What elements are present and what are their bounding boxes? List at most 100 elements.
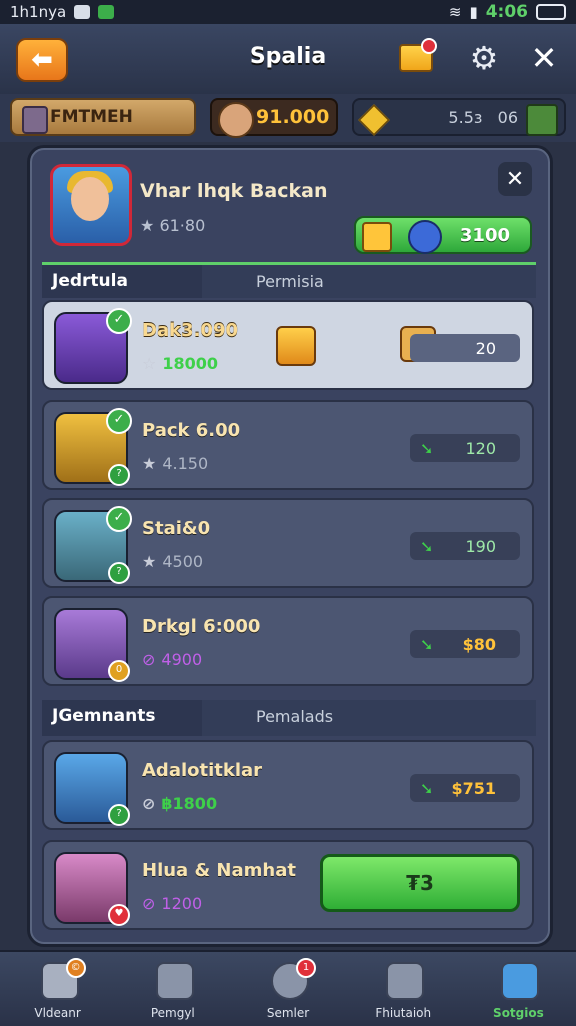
nav-label: Fhiutaioh — [375, 1006, 432, 1020]
app-notification-icon — [98, 5, 115, 19]
profile-currency-pill[interactable]: 3100 — [354, 216, 532, 254]
item-title: Pack 6.00 — [142, 420, 241, 441]
item-subtitle: ☆ 18000 — [142, 354, 219, 373]
item-price[interactable]: 20 — [410, 334, 520, 362]
refresh-badge: 1 — [296, 958, 316, 978]
carrier-text: 1h1nyа — [10, 3, 67, 21]
nav-item-shop[interactable]: Pemgyl — [115, 952, 230, 1026]
list-item[interactable]: ✓ ? Stai&0 ★ 4500 ➘ 190 — [42, 498, 534, 588]
item-price-value: 120 — [465, 438, 496, 458]
tab-jedrtula[interactable]: Jedrtula — [42, 262, 202, 298]
panel-close-icon[interactable]: ✕ — [498, 162, 532, 196]
wifi-icon: ≋ — [448, 3, 462, 21]
crown-icon — [362, 222, 392, 252]
player-name-plate[interactable]: FMTMEH — [10, 98, 196, 136]
item-price[interactable]: ➘ $751 — [410, 774, 520, 802]
gem-counter[interactable]: 5.5з 06 — [352, 98, 566, 136]
nav-label: Vldeanr — [34, 1006, 81, 1020]
item-subtitle-value: 4900 — [161, 650, 203, 669]
resource-bar: FMTMEH 91.000 5.5з 06 — [0, 94, 576, 142]
item-subtitle: ⊘ ฿1800 — [142, 794, 218, 813]
item-price[interactable]: ➘ $80 — [410, 630, 520, 658]
gold-counter[interactable]: 91.000 — [210, 98, 338, 138]
tab-pemalads[interactable]: Pemalads — [202, 700, 536, 736]
mail-button[interactable] — [398, 38, 437, 76]
item-subtitle-value: 4500 — [162, 552, 204, 571]
item-subtitle-value: 18000 — [162, 354, 219, 373]
item-subtitle: ★ 4500 — [142, 552, 204, 571]
home-badge: © — [65, 958, 86, 978]
tab-jgemnants[interactable]: JGemnants — [42, 700, 202, 736]
avatar[interactable] — [50, 164, 132, 246]
nav-label: Sotgios — [493, 1006, 544, 1020]
guild-badge-icon — [22, 106, 48, 134]
list-item[interactable]: ✓ Dak3.090 ☆ 18000 20 — [42, 300, 534, 390]
nav-label: Semler — [266, 1006, 310, 1020]
top-header: ⬅ Spalia ⚙ ✕ — [0, 24, 576, 96]
list-item[interactable]: ? Adalotitklar ⊘ ฿1800 ➘ $751 — [42, 740, 534, 830]
arrow-icon: ➘ — [420, 439, 434, 458]
gem-value: 5.5з 06 — [448, 107, 518, 127]
orb-icon — [408, 220, 442, 254]
gear-icon[interactable]: ⚙ — [466, 39, 502, 77]
item-subtitle-value: 4.150 — [162, 454, 209, 473]
profile-score: ★ 61·80 — [140, 216, 206, 235]
level-icon: ? — [108, 562, 130, 584]
item-price[interactable]: ➘ 190 — [410, 532, 520, 560]
status-bar: 1h1nyа ≋ ▮ 4:06 — [0, 0, 576, 24]
arrow-icon: ➘ — [420, 537, 434, 556]
item-thumbnail: ? — [54, 752, 130, 826]
mail-icon — [399, 38, 437, 72]
avatar-face — [71, 177, 109, 221]
item-subtitle: ⊘ 1200 — [142, 894, 203, 913]
tab-permisia[interactable]: Permisia — [202, 262, 536, 298]
item-price-value: 190 — [465, 536, 496, 556]
nav-item-settings[interactable]: Sotgios — [461, 952, 576, 1026]
shop-panel: Vhar lhqk Backan ★ 61·80 ✕ 3100 Jedrtula… — [30, 148, 550, 944]
section1-tabs: Jedrtula Permisia — [42, 262, 536, 298]
bottom-navigation: © Vldeanr Pemgyl 1 Semler Fhiutaioh Sotg… — [0, 950, 576, 1026]
item-price-value: $80 — [462, 634, 496, 654]
level-icon: ? — [108, 464, 130, 486]
list-item[interactable]: ♥ Hlua & Namhat ⊘ 1200 ₮3 — [42, 840, 534, 930]
item-title: Drkgl 6:000 — [142, 616, 261, 637]
item-thumbnail: ✓ ? — [54, 408, 132, 486]
level-icon: ? — [108, 804, 130, 826]
list-item[interactable]: 0 Drkgl 6:000 ⊘ 4900 ➘ $80 — [42, 596, 534, 686]
item-subtitle-value: ฿1800 — [161, 794, 218, 813]
item-title: Adalotitklar — [142, 760, 263, 781]
check-icon: ✓ — [106, 408, 132, 434]
profile-header: Vhar lhqk Backan ★ 61·80 ✕ 3100 — [46, 162, 534, 254]
notification-icon — [74, 5, 91, 19]
shop-icon — [155, 962, 194, 1000]
profile-score-value: 61·80 — [159, 216, 206, 235]
arrow-icon: ➘ — [420, 635, 434, 654]
section2-tabs: JGemnants Pemalads — [42, 700, 536, 736]
nav-item-home[interactable]: © Vldeanr — [0, 952, 115, 1026]
item-thumbnail: ✓ ? — [54, 506, 132, 584]
gem-icon — [358, 104, 390, 136]
nav-item-refresh[interactable]: 1 Semler — [230, 952, 345, 1026]
pill-value: 3100 — [459, 224, 510, 246]
item-title: Dak3.090 — [142, 320, 238, 341]
heart-icon: ♥ — [108, 904, 130, 926]
signal-icon: ▮ — [469, 3, 478, 21]
item-subtitle: ⊘ 4900 — [142, 650, 203, 669]
player-name: FMTMEH — [50, 107, 133, 127]
item-price[interactable]: ➘ 120 — [410, 434, 520, 462]
item-price-value: $751 — [451, 778, 496, 798]
close-icon[interactable]: ✕ — [526, 39, 562, 77]
camera-icon — [386, 962, 425, 1000]
nav-item-camera[interactable]: Fhiutaioh — [346, 952, 461, 1026]
item-title: Hlua & Namhat — [142, 860, 296, 881]
check-icon: ✓ — [106, 506, 132, 532]
chat-icon — [501, 962, 540, 1000]
buy-button[interactable]: ₮3 — [320, 854, 520, 912]
item-title: Stai&0 — [142, 518, 211, 539]
gold-value: 91.000 — [256, 106, 330, 128]
bolt-icon — [276, 326, 316, 366]
item-subtitle: ★ 4.150 — [142, 454, 209, 473]
list-item[interactable]: ✓ ? Pack 6.00 ★ 4.150 ➘ 120 — [42, 400, 534, 490]
check-icon: ✓ — [106, 308, 132, 334]
clock: 4:06 — [485, 2, 528, 22]
